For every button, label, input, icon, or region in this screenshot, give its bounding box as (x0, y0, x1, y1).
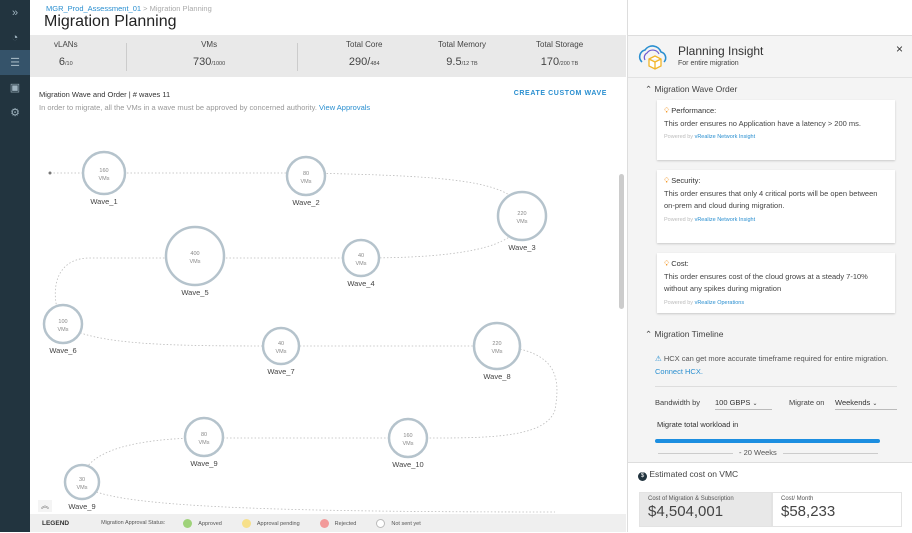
expand-icon[interactable]: » (0, 0, 30, 25)
insight-title: Planning Insight (678, 44, 764, 58)
bandwidth-label: Bandwidth by (655, 398, 701, 407)
legend-title: LEGEND (42, 519, 70, 527)
wave-vm-unit: VMs (276, 349, 287, 355)
wave-vm-count: 30 (79, 477, 85, 483)
source-link[interactable]: vRealize Network Insight (695, 134, 756, 140)
settings-icon[interactable]: ⚙ (0, 100, 30, 125)
wave-vm-unit: VMs (356, 261, 367, 267)
wave-label: Wave_10 (392, 460, 423, 469)
main-panel: MGR_Prod_Assessment_01 > Migration Plann… (30, 0, 628, 532)
cloud-box-logo-icon (638, 45, 667, 70)
wave-label: Wave_1 (90, 197, 117, 206)
wave-diagram: 160 VMs Wave_1 80 VMs Wave_2 220 VMs Wave_3 40 VMs… (42, 150, 558, 513)
wave-vm-unit: VMs (77, 485, 88, 491)
lightbulb-icon: 💡︎ (664, 259, 670, 268)
wave-label: Wave_6 (49, 346, 76, 355)
timeline-toggle[interactable]: ⌃ Migration Timeline (645, 329, 723, 340)
legend-status-label: Migration Approval Status: (101, 520, 166, 526)
collapse-up-icon[interactable]: ︽ (38, 500, 52, 512)
legend: LEGEND Migration Approval Status: Approv… (30, 514, 626, 532)
wave-vm-count: 220 (492, 341, 501, 347)
scrollbar[interactable] (619, 174, 624, 309)
wave-vm-unit: VMs (492, 349, 503, 355)
wave-vm-unit: VMs (190, 259, 201, 265)
legend-approved: Approved (183, 518, 222, 528)
migrate-on-select[interactable]: Weekends ⌄ (835, 398, 897, 410)
list-icon[interactable]: ☰ (0, 50, 30, 75)
chevron-down-icon: ⌄ (872, 401, 878, 407)
estimated-cost-section: $ Estimated cost on VMC Cost of Migratio… (628, 462, 912, 533)
wave-vm-unit: VMs (58, 327, 69, 333)
wave-order-toggle[interactable]: ⌃ Migration Wave Order (645, 84, 737, 95)
workload-label: Migrate total workload in (657, 420, 739, 429)
wave-vm-unit: VMs (99, 176, 110, 182)
chevron-down-icon: ⌄ (752, 401, 758, 407)
wave-label: Wave_2 (292, 198, 319, 207)
lightbulb-icon: 💡︎ (664, 176, 670, 185)
duration-label: - 20 Weeks (733, 448, 783, 457)
wave-vm-count: 220 (517, 211, 526, 217)
cost-month-box: Cost/ Month $58,233 (772, 492, 902, 527)
legend-not-sent: Not sent yet (376, 518, 421, 528)
planning-insight-panel: Planning Insight For entire migration × … (628, 35, 912, 533)
legend-pending: Approval pending (241, 518, 300, 528)
wave-label: Wave_4 (347, 279, 374, 288)
insight-subtitle: For entire migration (678, 60, 739, 67)
wave-vm-count: 400 (190, 251, 199, 257)
dollar-icon: $ (638, 472, 647, 481)
wave-vm-count: 160 (99, 168, 108, 174)
lightbulb-icon: 💡︎ (664, 106, 670, 115)
report-icon[interactable]: ▣ (0, 75, 30, 100)
wave-vm-count: 40 (278, 341, 284, 347)
wave-vm-count: 160 (403, 433, 412, 439)
insight-card-cost: 💡︎ Cost: This order ensures cost of the c… (657, 253, 895, 313)
wave-vm-unit: VMs (517, 219, 528, 225)
chevron-up-icon: ⌃ (645, 329, 653, 339)
workload-progress-bar (655, 439, 880, 443)
legend-rejected: Rejected (319, 518, 356, 528)
wave-label: Wave_8 (483, 372, 510, 381)
wave-vm-count: 80 (201, 432, 207, 438)
wave-vm-count: 40 (358, 253, 364, 259)
bandwidth-select[interactable]: 100 GBPS ⌄ (715, 398, 772, 410)
wave-label: Wave_7 (267, 367, 294, 376)
warning-icon: ⚠ (655, 354, 662, 363)
hcx-note: ⚠ HCX can get more accurate timeframe re… (655, 354, 889, 376)
wave-vm-count: 100 (58, 319, 67, 325)
wave-vm-unit: VMs (301, 179, 312, 185)
insight-card-security: 💡︎ Security: This order ensures that only… (657, 170, 895, 243)
wave-vm-unit: VMs (199, 440, 210, 446)
insight-card-performance: 💡︎ Performance: This order ensures no App… (657, 100, 895, 160)
connect-hcx-link[interactable]: Connect HCX. (655, 367, 703, 376)
wave-label: Wave_9 (68, 502, 95, 511)
cost-title: $ Estimated cost on VMC (638, 469, 738, 481)
source-link[interactable]: vRealize Network Insight (695, 217, 756, 223)
wave-label: Wave_5 (181, 288, 208, 297)
close-icon[interactable]: × (896, 42, 903, 56)
chevron-up-icon: ⌃ (645, 84, 653, 94)
wave-vm-unit: VMs (403, 441, 414, 447)
wave-vm-count: 80 (303, 171, 309, 177)
wave-label: Wave_9 (190, 459, 217, 468)
path-start-dot (48, 171, 52, 175)
dashboard-icon[interactable]: ◔ (0, 25, 30, 50)
migrate-on-label: Migrate on (789, 398, 825, 407)
side-nav: » ◔ ☰ ▣ ⚙ (0, 0, 30, 532)
wave-label: Wave_3 (508, 243, 535, 252)
cost-migration-box: Cost of Migration & Subscription $4,504,0… (639, 492, 772, 527)
source-link[interactable]: vRealize Operations (695, 300, 745, 306)
